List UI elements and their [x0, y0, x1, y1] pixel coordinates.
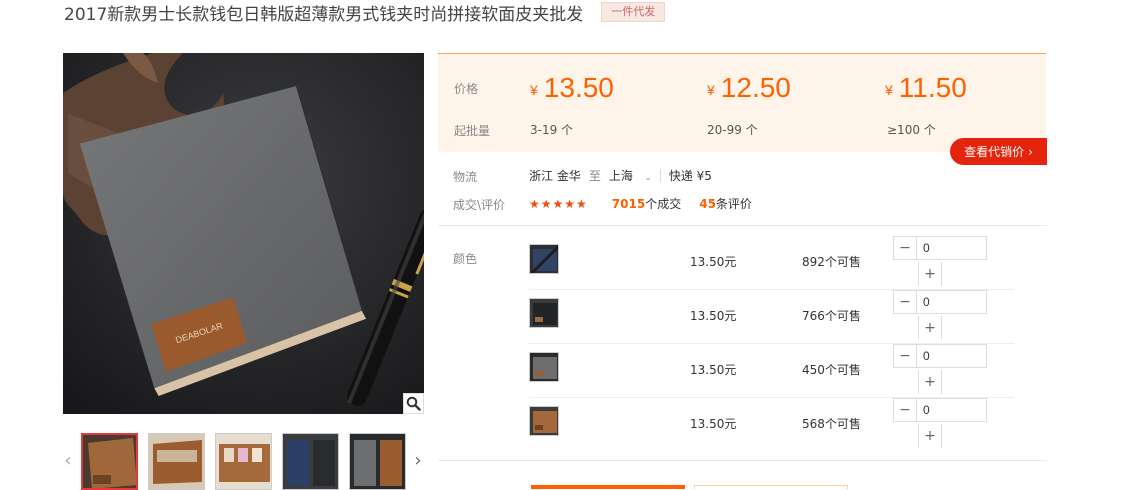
section-divider	[438, 225, 1047, 226]
color-label: 颜色	[453, 252, 478, 266]
variant-row: 13.50元 450个可售 − +	[529, 344, 1014, 398]
increase-button[interactable]: +	[918, 316, 942, 340]
rating-row: ★★★★★ 7015个成交 45条评价	[529, 195, 752, 212]
magnifier-icon	[406, 396, 421, 411]
deals-link[interactable]: 7015个成交	[612, 195, 681, 212]
view-agent-price-button[interactable]: 查看代销价 ›	[950, 138, 1047, 165]
order-button[interactable]	[531, 485, 685, 489]
price-label: 价格	[454, 82, 479, 96]
increase-button[interactable]: +	[918, 424, 942, 448]
star-rating-icon: ★★★★★	[529, 196, 588, 211]
shipping-fee: 快递 ¥5	[668, 169, 712, 183]
thumb-next-icon[interactable]: ›	[412, 450, 424, 471]
section-divider	[438, 460, 1047, 461]
ship-from: 浙江 金华	[529, 169, 581, 183]
chevron-right-icon: ›	[1028, 144, 1033, 159]
thumbnail-4[interactable]	[282, 433, 339, 490]
deals-reviews-label: 成交\评价	[453, 198, 506, 212]
variant-price: 13.50元	[690, 417, 737, 431]
variant-swatch-blue[interactable]	[529, 244, 559, 274]
reviews-link[interactable]: 45条评价	[699, 195, 752, 212]
thumbnail-3[interactable]	[215, 433, 272, 490]
variant-row: 13.50元 568个可售 − +	[529, 398, 1014, 452]
quantity-input[interactable]	[916, 236, 987, 260]
variant-swatch-black[interactable]	[529, 298, 559, 328]
price-panel: 价格 起批量 ¥13.50 ¥12.50 ¥11.50 3-19 个 20-99…	[438, 53, 1046, 152]
quantity-input[interactable]	[916, 344, 987, 368]
zoom-button[interactable]	[403, 393, 424, 414]
decrease-button[interactable]: −	[893, 236, 917, 260]
product-title: 2017新款男士长款钱包日韩版超薄款男式钱夹时尚拼接软面皮夹批发	[64, 4, 584, 25]
logistics-row: 浙江 金华 至 上海 ⌄ 快递 ¥5	[529, 167, 712, 184]
decrease-button[interactable]: −	[893, 398, 917, 422]
variant-stock: 766个可售	[802, 309, 861, 323]
variant-row: 13.50元 766个可售 − +	[529, 290, 1014, 344]
destination-select[interactable]: 上海 ⌄	[609, 167, 652, 184]
variant-swatch-brown[interactable]	[529, 406, 559, 436]
price-tier-3: ¥11.50	[885, 72, 967, 103]
add-to-list-button[interactable]	[694, 485, 848, 489]
chevron-down-icon: ⌄	[644, 173, 652, 183]
agent-button-label: 查看代销价	[964, 145, 1025, 159]
decrease-button[interactable]: −	[893, 344, 917, 368]
price-tier-2: ¥12.50	[707, 72, 791, 103]
dropship-badge[interactable]: 一件代发	[601, 2, 666, 22]
quantity-stepper: − +	[893, 236, 987, 290]
thumb-prev-icon[interactable]: ‹	[62, 450, 74, 471]
qty-range-2: 20-99 个	[707, 123, 758, 137]
quantity-stepper: − +	[893, 290, 987, 344]
quantity-input[interactable]	[916, 398, 987, 422]
decrease-button[interactable]: −	[893, 290, 917, 314]
quantity-stepper: − +	[893, 398, 987, 452]
variant-row: 13.50元 892个可售 − +	[529, 236, 1014, 290]
price-tier-1: ¥13.50	[530, 72, 614, 103]
thumbnail-2[interactable]	[148, 433, 205, 490]
variant-swatch-gray[interactable]	[529, 352, 559, 382]
variant-stock: 568个可售	[802, 417, 861, 431]
increase-button[interactable]: +	[918, 370, 942, 394]
qty-range-1: 3-19 个	[530, 123, 574, 137]
increase-button[interactable]: +	[918, 262, 942, 286]
main-product-image[interactable]: DEABOLAR	[63, 53, 424, 414]
variant-stock: 450个可售	[802, 363, 861, 377]
logistics-label: 物流	[453, 170, 478, 184]
variant-price: 13.50元	[690, 363, 737, 377]
variant-price: 13.50元	[690, 255, 737, 269]
quantity-stepper: − +	[893, 344, 987, 398]
title-bar: 2017新款男士长款钱包日韩版超薄款男式钱夹时尚拼接软面皮夹批发 一件代发	[64, 0, 666, 25]
thumbnail-1[interactable]	[81, 433, 138, 490]
thumbnail-strip	[81, 433, 406, 490]
to-word: 至	[588, 169, 601, 183]
divider	[659, 169, 661, 182]
wallet-photo: DEABOLAR	[63, 53, 424, 414]
variant-stock: 892个可售	[802, 255, 861, 269]
qty-range-3: ≥100 个	[887, 123, 936, 137]
thumbnail-5[interactable]	[349, 433, 406, 490]
variant-price: 13.50元	[690, 309, 737, 323]
min-qty-label: 起批量	[454, 124, 491, 138]
quantity-input[interactable]	[916, 290, 987, 314]
